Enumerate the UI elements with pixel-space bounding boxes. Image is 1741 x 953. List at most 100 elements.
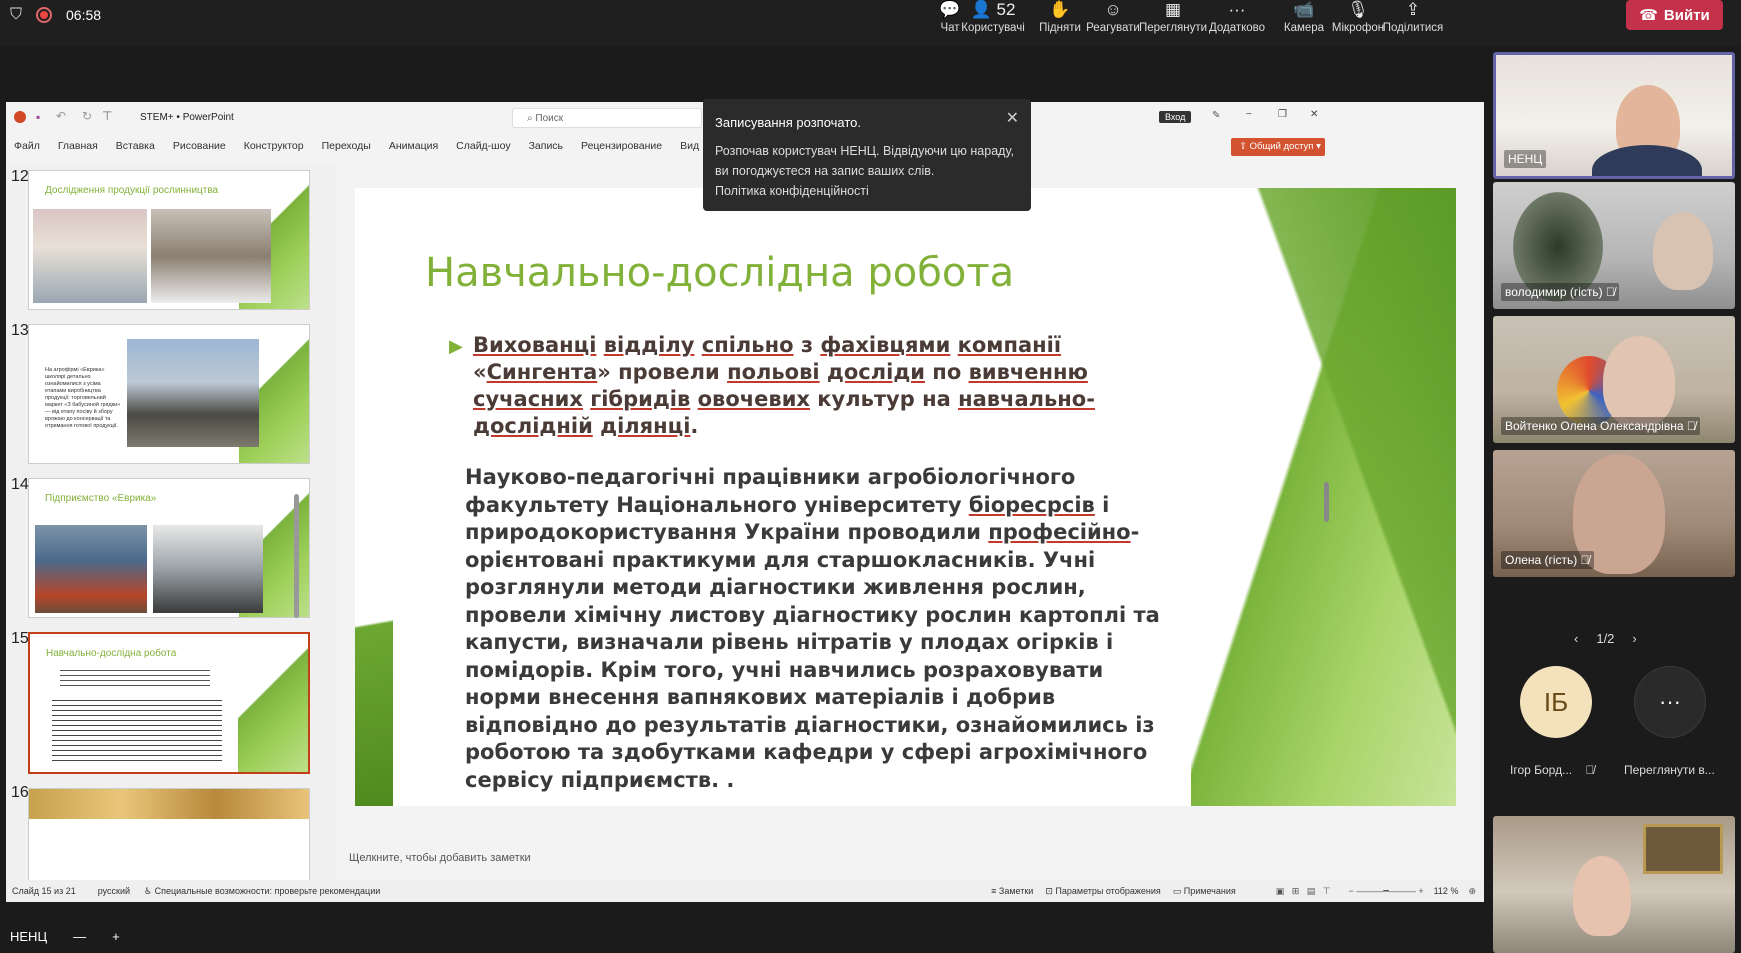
- undo-icon[interactable]: ↶: [56, 109, 66, 123]
- video-tile-nenc[interactable]: НЕНЦ: [1493, 52, 1735, 179]
- toolbar-action-button[interactable]: 🎙 Мікрофон: [1328, 0, 1388, 34]
- slide-body-text: Науково-педагогічні працівники агробіоло…: [465, 464, 1185, 794]
- more-participants-button[interactable]: ···: [1634, 666, 1706, 738]
- page-indicator: 1/2: [1596, 631, 1615, 646]
- fit-slide-icon[interactable]: ⊕: [1468, 886, 1476, 897]
- redo-icon[interactable]: ↻: [82, 109, 92, 123]
- share-icon: ⇪: [1405, 0, 1421, 19]
- thumbnail-number: 14: [11, 476, 29, 493]
- toolbar-action-button[interactable]: 👤 52 Користувачі: [961, 0, 1025, 34]
- restore-icon[interactable]: ❐: [1278, 109, 1287, 120]
- recording-icon: [36, 7, 53, 23]
- ribbon-tab[interactable]: Конструктор: [244, 140, 304, 152]
- meeting-status: ⛉ 06:58: [10, 6, 101, 24]
- video-tile-voitenko[interactable]: Войтенко Олена Олександрівна 🎙̸: [1493, 316, 1735, 443]
- thumbnail-slide-14[interactable]: Підприємство «Еврика»: [28, 478, 310, 618]
- signin-button[interactable]: Вход: [1159, 111, 1192, 123]
- zoom-slider[interactable]: − ———━——— +: [1349, 886, 1424, 897]
- thumbnails-scrollbar[interactable]: [294, 494, 299, 618]
- chevron-right-icon[interactable]: ›: [1632, 631, 1636, 646]
- notes-toggle[interactable]: ≡ Заметки: [991, 886, 1033, 896]
- ribbon-tab[interactable]: Запись: [529, 140, 563, 152]
- ribbon-tab[interactable]: Вставка: [116, 140, 155, 152]
- mic-muted-icon: 🎙̸: [1585, 763, 1595, 777]
- pen-icon[interactable]: ✎: [1212, 110, 1220, 121]
- text-run: культур на: [809, 387, 959, 411]
- avatar-name: Ігор Борд... 🎙̸: [1510, 763, 1595, 777]
- ribbon-tab[interactable]: Рецензирование: [581, 140, 662, 152]
- share-label: Общий доступ: [1249, 141, 1314, 152]
- save-icon[interactable]: ▪: [36, 110, 40, 124]
- raise-hand-icon: ✋: [1049, 0, 1071, 19]
- thumbnail-number: 15: [11, 630, 29, 647]
- thumbnail-slide-15-selected[interactable]: Навчально-дослідна робота: [28, 632, 310, 774]
- ribbon-tab[interactable]: Рисование: [173, 140, 226, 152]
- chevron-left-icon[interactable]: ‹: [1574, 631, 1578, 646]
- thumbnail-photo: [151, 209, 271, 303]
- video-tile-olena[interactable]: Олена (гість) 🎙̸: [1493, 450, 1735, 577]
- text-run: досліди: [826, 360, 925, 384]
- ribbon-tab[interactable]: Переходы: [322, 140, 371, 152]
- ribbon-tab[interactable]: Файл: [14, 140, 40, 152]
- text-run: відділу: [603, 333, 695, 357]
- ribbon-tab[interactable]: Главная: [58, 140, 98, 152]
- close-icon[interactable]: ✕: [1006, 109, 1019, 129]
- participant-video: [1653, 212, 1713, 290]
- search-placeholder: Поиск: [535, 113, 564, 124]
- comments-toggle[interactable]: ▭ Примечания: [1173, 886, 1236, 897]
- text-run: ділянці: [600, 414, 691, 438]
- close-window-icon[interactable]: ✕: [1310, 109, 1318, 120]
- mic-muted-icon: 🎙̸: [1606, 285, 1615, 299]
- leave-button[interactable]: ☎ Вийти: [1626, 0, 1723, 30]
- toolbar-action-button[interactable]: 📹 Камера: [1274, 0, 1334, 34]
- minimize-icon[interactable]: −: [1246, 109, 1252, 120]
- zoom-in-button[interactable]: +: [112, 929, 120, 944]
- thumbnail-slide-12[interactable]: Дослідження продукції рослинництва: [28, 170, 310, 310]
- text-run: [690, 387, 697, 411]
- present-icon[interactable]: ⊤: [102, 109, 112, 123]
- people-icon: 👤 52: [970, 0, 1016, 19]
- more-participants-label: Переглянути в...: [1624, 763, 1715, 777]
- text-run: [694, 333, 701, 357]
- camera-icon: 📹: [1293, 0, 1315, 19]
- video-tile-self[interactable]: [1493, 816, 1735, 953]
- text-run: Сингента: [486, 360, 598, 384]
- zoom-level[interactable]: 112 %: [1434, 886, 1459, 896]
- video-tile-volodymyr[interactable]: володимир (гість) 🎙̸: [1493, 182, 1735, 309]
- thumbnail-title: Підприємство «Еврика»: [45, 493, 157, 504]
- toolbar-action-button[interactable]: ··· Додатково: [1207, 0, 1267, 34]
- slide-bullet: ▶ Вихованці відділу спільно з фахівцями …: [449, 332, 1133, 440]
- avatar[interactable]: ІБ: [1520, 666, 1592, 738]
- accessibility-status[interactable]: ♿ Специальные возможности: проверьте рек…: [144, 886, 380, 897]
- toast-body: Розпочав користувач НЕНЦ. Відвідуючи цю …: [715, 144, 1014, 178]
- view-buttons[interactable]: ▣ ⊞ ▤ ⊤: [1276, 886, 1331, 897]
- text-run: компанії: [957, 333, 1062, 357]
- text-run: вивченню: [968, 360, 1088, 384]
- thumbnail-slide-13[interactable]: На агрофірмі «Еврика» школярі детально о…: [28, 324, 310, 464]
- text-run: [593, 414, 600, 438]
- search-box[interactable]: ⌕ Поиск: [512, 108, 702, 128]
- language-indicator[interactable]: русский: [98, 886, 130, 896]
- toolbar-action-label: Користувачі: [961, 22, 1025, 34]
- toolbar-action-button[interactable]: ✋ Підняти: [1030, 0, 1090, 34]
- leave-label: Вийти: [1663, 6, 1710, 24]
- ribbon-tab[interactable]: Анимация: [389, 140, 438, 152]
- toolbar-action-button[interactable]: ☺ Реагувати: [1083, 0, 1143, 34]
- view-icon: ▦: [1164, 0, 1182, 19]
- notes-placeholder[interactable]: Щелкните, чтобы добавить заметки: [349, 852, 531, 864]
- text-run: -орієнтовані практикуми для старшокласни…: [465, 520, 1160, 792]
- ribbon-tab[interactable]: Слайд-шоу: [456, 140, 510, 152]
- thumbnail-slide-16[interactable]: [28, 788, 310, 886]
- toolbar-action-button[interactable]: ▦ Переглянути: [1139, 0, 1207, 34]
- text-run: [820, 360, 827, 384]
- share-button[interactable]: ⇪ Общий доступ ▾: [1231, 138, 1325, 156]
- toolbar-action-label: Підняти: [1039, 22, 1081, 34]
- display-settings[interactable]: ⊡ Параметры отображения: [1045, 886, 1160, 897]
- slide-scrollbar[interactable]: [1324, 482, 1329, 522]
- zoom-out-button[interactable]: —: [73, 929, 86, 944]
- slide-decoration: [355, 546, 393, 806]
- participant-video: [1643, 824, 1723, 874]
- ribbon-tab[interactable]: Вид: [680, 140, 699, 152]
- privacy-link[interactable]: Політика конфіденційності: [715, 181, 1017, 201]
- toolbar-action-button[interactable]: ⇪ Поділитися: [1383, 0, 1443, 34]
